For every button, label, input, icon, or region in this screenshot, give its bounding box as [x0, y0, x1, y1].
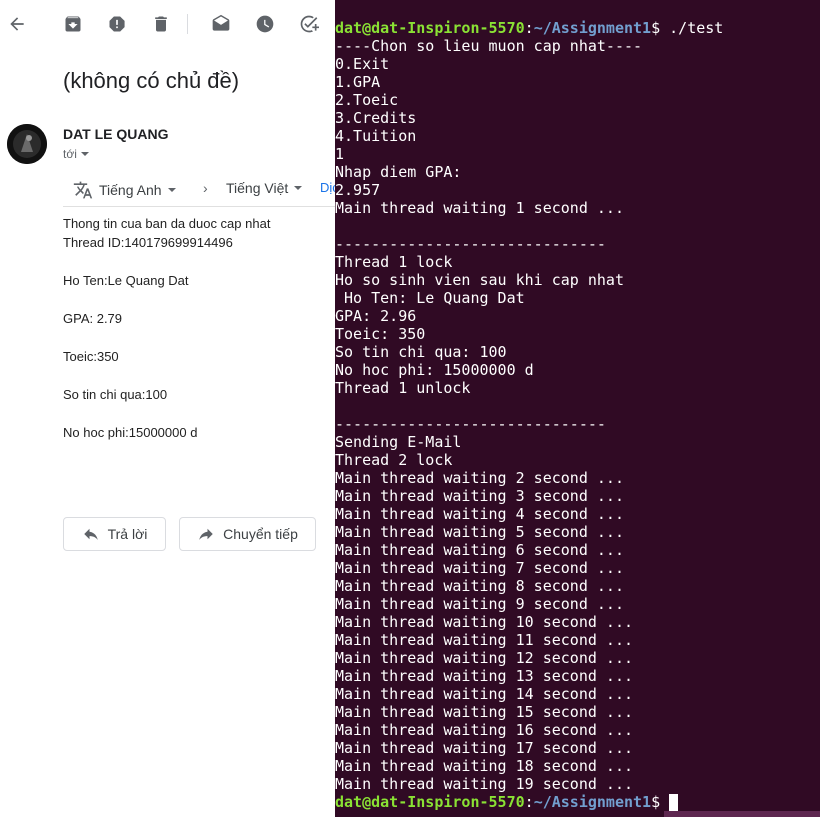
terminal-output-line: Main thread waiting 17 second ...: [335, 739, 634, 757]
translate-to-label: Tiếng Việt: [226, 180, 289, 196]
add-task-icon[interactable]: [299, 14, 319, 34]
terminal-output-line: 1: [335, 145, 345, 163]
terminal-output-line: Sending E-Mail: [335, 433, 462, 451]
terminal-output-line: Ho so sinh vien sau khi cap nhat: [335, 271, 624, 289]
terminal-output-line: No hoc phi: 15000000 d: [335, 361, 534, 379]
terminal-output-line: Main thread waiting 2 second ...: [335, 469, 624, 487]
reply-label: Trả lời: [107, 526, 148, 542]
translate-from-label: Tiếng Anh: [99, 182, 162, 198]
translate-from[interactable]: Tiếng Anh: [73, 180, 176, 200]
chevron-down-icon: [167, 188, 176, 192]
email-body-line: Thread ID:140179699914496: [63, 235, 233, 250]
translate-message-link[interactable]: Dịch: [320, 180, 335, 195]
terminal-output-line: ----Chon so lieu muon cap nhat----: [335, 37, 643, 55]
email-body-line: So tin chi qua:100: [63, 387, 168, 402]
terminal-output-line: Main thread waiting 6 second ...: [335, 541, 624, 559]
email-body-line: No hoc phi:15000000 d: [63, 425, 198, 440]
sender-name: DAT LE QUANG: [63, 126, 169, 142]
terminal-prompt-line: dat@dat-Inspiron-5570:~/Assignment1$ ./t…: [335, 19, 724, 37]
terminal-output-line: Main thread waiting 16 second ...: [335, 721, 634, 739]
terminal-output-line: GPA: 2.96: [335, 307, 417, 325]
terminal-output-line: 3.Credits: [335, 109, 417, 127]
terminal-output-line: 2.Toeic: [335, 91, 399, 109]
terminal-output-line: Nhap diem GPA:: [335, 163, 462, 181]
terminal-output-line: Main thread waiting 8 second ...: [335, 577, 624, 595]
email-body-line: Ho Ten:Le Quang Dat: [63, 273, 189, 288]
forward-button[interactable]: Chuyển tiếp: [179, 517, 316, 551]
terminal-output-line: 2.957: [335, 181, 381, 199]
mark-unread-icon[interactable]: [211, 14, 231, 34]
terminal-output-line: 0.Exit: [335, 55, 390, 73]
archive-icon[interactable]: [63, 14, 83, 34]
recipient-toggle[interactable]: tới: [63, 147, 89, 161]
terminal-output-line: [335, 217, 820, 235]
terminal-prompt-line: dat@dat-Inspiron-5570:~/Assignment1$: [335, 793, 820, 811]
recipient-label: tới: [63, 147, 77, 161]
gmail-panel: (không có chủ đề) DAT LE QUANG tới Tiếng…: [0, 0, 335, 817]
terminal-output-line: ------------------------------: [335, 415, 606, 433]
terminal-output-line: Thread 1 lock: [335, 253, 453, 271]
terminal-output: ----Chon so lieu muon cap nhat---- 0.Exit…: [335, 37, 820, 793]
back-icon[interactable]: [7, 14, 27, 34]
terminal-output-line: 4.Tuition: [335, 127, 417, 145]
terminal-output-line: Main thread waiting 10 second ...: [335, 613, 634, 631]
prompt-user: dat@dat-Inspiron-5570: [335, 793, 525, 811]
forward-icon: [199, 528, 213, 540]
terminal-output-line: Thread 2 lock: [335, 451, 453, 469]
translate-icon: [73, 181, 93, 199]
email-body-line: Toeic:350: [63, 349, 119, 364]
delete-icon[interactable]: [151, 14, 171, 34]
terminal-output-line: Thread 1 unlock: [335, 379, 471, 397]
terminal-footer-strip: [664, 811, 820, 817]
terminal-output-line: Toeic: 350: [335, 325, 426, 343]
snooze-icon[interactable]: [255, 14, 275, 34]
terminal-cursor[interactable]: [669, 794, 679, 811]
terminal-output-line: Main thread waiting 11 second ...: [335, 631, 634, 649]
reply-button[interactable]: Trả lời: [63, 517, 166, 551]
prompt-path: ~/Assignment1: [533, 793, 652, 811]
terminal-output-line: Main thread waiting 15 second ...: [335, 703, 634, 721]
terminal-output-line: Main thread waiting 18 second ...: [335, 757, 634, 775]
prompt-path: ~/Assignment1: [533, 19, 652, 37]
toolbar-divider: [187, 14, 188, 34]
terminal-output-line: Ho Ten: Le Quang Dat: [335, 289, 525, 307]
terminal-output-line: ------------------------------: [335, 235, 606, 253]
terminal-window[interactable]: dat@dat-Inspiron-5570:~/Assignment1$ ./t…: [335, 0, 820, 817]
terminal-output-line: Main thread waiting 7 second ...: [335, 559, 624, 577]
terminal-command: ./test: [669, 19, 724, 37]
forward-label: Chuyển tiếp: [223, 526, 298, 542]
chevron-down-icon: [80, 152, 89, 156]
terminal-output-line: [335, 397, 820, 415]
avatar[interactable]: [7, 124, 47, 164]
terminal-output-line: Main thread waiting 12 second ...: [335, 649, 634, 667]
terminal-output-line: Main thread waiting 9 second ...: [335, 595, 624, 613]
terminal-output-line: Main thread waiting 19 second ...: [335, 775, 634, 793]
terminal-output-line: Main thread waiting 4 second ...: [335, 505, 624, 523]
terminal-output-line: Main thread waiting 13 second ...: [335, 667, 634, 685]
translate-to[interactable]: Tiếng Việt: [226, 180, 303, 196]
email-body-line: GPA: 2.79: [63, 311, 123, 326]
chevron-right-icon: ›: [203, 180, 208, 196]
report-spam-icon[interactable]: [107, 14, 127, 34]
chevron-down-icon: [294, 186, 303, 190]
terminal-output-line: Main thread waiting 14 second ...: [335, 685, 634, 703]
terminal-output-line: 1.GPA: [335, 73, 381, 91]
reply-icon: [83, 528, 98, 540]
translate-bar: Tiếng Anh › Tiếng Việt Dịch: [63, 172, 335, 207]
email-subject: (không có chủ đề): [63, 68, 240, 93]
terminal-output-line: Main thread waiting 5 second ...: [335, 523, 624, 541]
terminal-output-line: Main thread waiting 3 second ...: [335, 487, 624, 505]
email-body-line: Thong tin cua ban da duoc cap nhat: [63, 216, 271, 231]
terminal-output-line: So tin chi qua: 100: [335, 343, 507, 361]
prompt-user: dat@dat-Inspiron-5570: [335, 19, 525, 37]
terminal-output-line: Main thread waiting 1 second ...: [335, 199, 624, 217]
